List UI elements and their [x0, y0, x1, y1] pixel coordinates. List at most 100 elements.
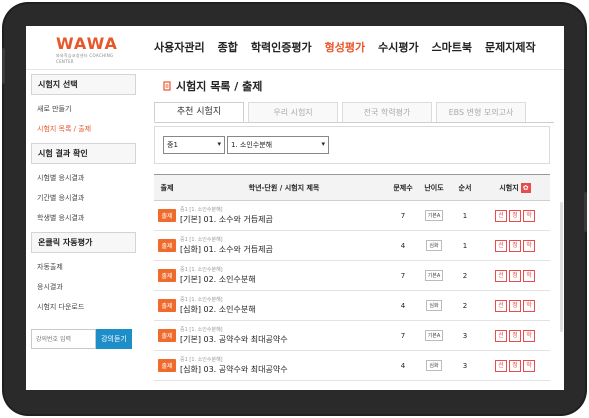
sidebar-item[interactable]: 새로 만들기	[31, 99, 136, 119]
grade-select[interactable]: 중1 ▾	[163, 136, 225, 154]
gear-icon[interactable]: ✿	[520, 182, 531, 193]
unit-label: 중1 [1. 소인수분해]	[180, 237, 223, 243]
difficulty-badge: 심화	[426, 300, 442, 311]
top-header: WAWA 와와학습코칭센터 COACHING CENTER 사용자관리 종합 학력인…	[26, 26, 564, 70]
unit-select[interactable]: 1. 소인수분해 ▾	[227, 136, 329, 154]
publish-button[interactable]: 출제	[158, 359, 176, 372]
nav-item-0[interactable]: 사용자관리	[154, 39, 205, 55]
cell-count: 7	[388, 320, 418, 351]
cell-order: 2	[450, 260, 480, 291]
tab-2[interactable]: 전국 학력평가	[342, 102, 432, 122]
sidebar-item[interactable]: 기간별 응시결과	[31, 188, 136, 208]
lecture-listen-button[interactable]: 강의듣기	[96, 329, 132, 349]
exam-button-1[interactable]: 정	[509, 329, 521, 342]
cell-count: 7	[388, 200, 418, 231]
grade-select-value: 중1	[167, 141, 178, 149]
publish-button[interactable]: 출제	[158, 299, 176, 312]
cell-count: 4	[388, 230, 418, 261]
sidebar-item[interactable]: 자동출제	[31, 257, 136, 277]
exam-button-0[interactable]: 선	[495, 269, 507, 282]
logo-text: WAWA	[56, 34, 118, 53]
exam-button-1[interactable]: 정	[509, 209, 521, 222]
cell-action: 출제	[154, 260, 180, 291]
cell-action: 출제	[154, 350, 180, 381]
sidebar-item[interactable]: 시험별 응시결과	[31, 168, 136, 188]
cell-difficulty: 심화	[418, 230, 450, 261]
sidebar-item[interactable]: 시험지 다운로드	[31, 297, 136, 317]
col-header-exam: 시험지 ✿	[480, 174, 550, 201]
lecture-number-input[interactable]	[31, 329, 96, 349]
tab-3[interactable]: EBS 변형 모의고사	[436, 102, 526, 122]
exam-button-2[interactable]: 학	[523, 329, 535, 342]
col-header-count: 문제수	[388, 174, 418, 201]
nav-item-5[interactable]: 스마트북	[432, 39, 472, 55]
publish-button[interactable]: 출제	[158, 329, 176, 342]
exam-button-2[interactable]: 학	[523, 299, 535, 312]
exam-button-0[interactable]: 선	[495, 209, 507, 222]
exam-button-0[interactable]: 선	[495, 329, 507, 342]
exam-button-1[interactable]: 정	[509, 269, 521, 282]
difficulty-badge: 기본A	[424, 330, 444, 341]
nav-item-3[interactable]: 형성평가	[325, 39, 365, 55]
tab-1[interactable]: 우리 시험지	[248, 102, 338, 122]
sidebar-item[interactable]: 학생별 응시결과	[31, 208, 136, 228]
exam-title[interactable]: [심화] 01. 소수와 거듭제곱	[180, 244, 388, 255]
exam-button-0[interactable]: 선	[495, 299, 507, 312]
publish-button[interactable]: 출제	[158, 239, 176, 252]
exam-button-2[interactable]: 학	[523, 359, 535, 372]
exam-title[interactable]: [기본] 02. 소인수분해	[180, 274, 388, 285]
logo[interactable]: WAWA 와와학습코칭센터 COACHING CENTER	[56, 34, 126, 65]
tablet-frame: WAWA 와와학습코칭센터 COACHING CENTER 사용자관리 종합 학력인…	[2, 2, 587, 416]
publish-button[interactable]: 출제	[158, 269, 176, 282]
exam-button-2[interactable]: 학	[523, 269, 535, 282]
cell-action: 출제	[154, 200, 180, 231]
exam-button-2[interactable]: 학	[523, 239, 535, 252]
nav-item-4[interactable]: 수시평가	[378, 39, 418, 55]
cell-difficulty: 심화	[418, 350, 450, 381]
cell-exam: 선정학	[480, 230, 550, 261]
nav-item-1[interactable]: 종합	[218, 39, 238, 55]
cell-count: 4	[388, 290, 418, 321]
cell-difficulty: 기본A	[418, 320, 450, 351]
unit-label: 중1 [1. 소인수분해]	[180, 327, 223, 333]
exam-title[interactable]: [심화] 02. 소인수분해	[180, 304, 388, 315]
exam-button-2[interactable]: 학	[523, 209, 535, 222]
scrollbar[interactable]	[560, 202, 563, 332]
sidebar-section-title: 온클릭 자동평가	[31, 232, 136, 253]
unit-label: 중1 [1. 소인수분해]	[180, 357, 223, 363]
sidebar-item[interactable]: 시험지 목록 / 출제	[31, 119, 136, 139]
exam-button-0[interactable]: 선	[495, 359, 507, 372]
exam-button-1[interactable]: 정	[509, 239, 521, 252]
cell-action: 출제	[154, 230, 180, 261]
cell-difficulty: 기본A	[418, 260, 450, 291]
table-row: 출제 중1 [1. 소인수분해] [심화] 01. 소수와 거듭제곱 4 심화 1 선 정 학	[154, 230, 550, 261]
exam-title[interactable]: [기본] 03. 공약수와 최대공약수	[180, 334, 388, 345]
tablet-side-button-right	[584, 192, 587, 232]
exam-button-1[interactable]: 정	[509, 299, 521, 312]
cell-difficulty: 기본A	[418, 200, 450, 231]
exam-title[interactable]: [심화] 03. 공약수와 최대공약수	[180, 364, 388, 375]
table-row: 출제 중1 [1. 소인수분해] [심화] 02. 소인수분해 4 심화 2 선 정 학	[154, 290, 550, 321]
exam-table: 출제 학년-단원 / 시험지 제목 문제수 난이도 순서 시험지 ✿ 출제 중1 […	[154, 174, 550, 381]
cell-title: 중1 [1. 소인수분해] [기본] 03. 공약수와 최대공약수	[180, 320, 388, 351]
cell-difficulty: 심화	[418, 290, 450, 321]
page-title-row: 시험지 목록 / 출제	[162, 78, 262, 94]
cell-title: 중1 [1. 소인수분해] [심화] 03. 공약수와 최대공약수	[180, 350, 388, 381]
lecture-search: 강의듣기	[31, 329, 136, 349]
cell-order: 2	[450, 290, 480, 321]
cell-action: 출제	[154, 290, 180, 321]
table-row: 출제 중1 [1. 소인수분해] [기본] 03. 공약수와 최대공약수 7 기본A 3 선…	[154, 320, 550, 351]
exam-button-1[interactable]: 정	[509, 359, 521, 372]
col-header-action: 출제	[154, 174, 180, 201]
nav-item-6[interactable]: 문제지제작	[485, 39, 536, 55]
difficulty-badge: 기본A	[424, 210, 444, 221]
tab-bar: 추천 시험지 우리 시험지 전국 학력평가 EBS 변형 모의고사	[154, 102, 554, 123]
sidebar-item[interactable]: 응시결과	[31, 277, 136, 297]
publish-button[interactable]: 출제	[158, 209, 176, 222]
main-content: 시험지 목록 / 출제 추천 시험지 우리 시험지 전국 학력평가 EBS 변형 모의…	[152, 74, 564, 390]
tab-0[interactable]: 추천 시험지	[154, 102, 244, 122]
exam-title[interactable]: [기본] 01. 소수와 거듭제곱	[180, 214, 388, 225]
exam-button-0[interactable]: 선	[495, 239, 507, 252]
nav-item-2[interactable]: 학력인증평가	[251, 39, 312, 55]
chevron-down-icon: ▾	[321, 140, 325, 148]
